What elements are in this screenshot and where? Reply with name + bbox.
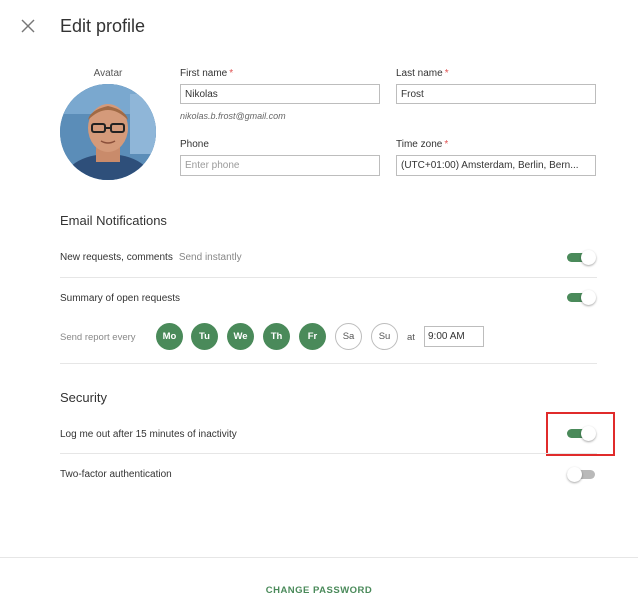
phone-label: Phone (180, 139, 209, 150)
toggle-knob (581, 250, 596, 265)
last-name-label-text: Last name (396, 68, 443, 79)
avatar[interactable] (60, 84, 156, 180)
footer-divider (0, 557, 638, 558)
email-text: nikolas.b.frost@gmail.com (180, 111, 286, 121)
last-name-input[interactable] (396, 84, 596, 104)
first-name-label-text: First name (180, 68, 228, 79)
toggle-knob (581, 290, 596, 305)
divider (60, 453, 597, 454)
required-mark: * (444, 68, 449, 79)
two-factor-toggle[interactable] (567, 467, 597, 482)
new-requests-toggle[interactable] (567, 250, 597, 265)
day-tu[interactable]: Tu (191, 323, 218, 350)
new-requests-label: New requests, comments (60, 252, 173, 263)
day-we[interactable]: We (227, 323, 254, 350)
avatar-label: Avatar (93, 68, 123, 79)
day-sa[interactable]: Sa (335, 323, 362, 350)
toggle-knob (567, 467, 582, 482)
at-label: at (407, 332, 415, 343)
page-title: Edit profile (60, 16, 146, 36)
phone-input[interactable] (180, 155, 380, 176)
change-password-button[interactable]: CHANGE PASSWORD (0, 585, 638, 596)
day-su[interactable]: Su (371, 323, 398, 350)
timezone-label-text: Time zone (396, 139, 443, 150)
first-name-label: First name * (180, 68, 233, 79)
required-mark: * (229, 68, 234, 79)
security-title: Security (60, 390, 107, 405)
last-name-label: Last name * (396, 68, 449, 79)
close-button[interactable] (18, 16, 38, 36)
day-mo[interactable]: Mo (156, 323, 183, 350)
highlight-box (546, 412, 615, 456)
timezone-select[interactable]: (UTC+01:00) Amsterdam, Berlin, Bern... (396, 155, 596, 176)
summary-toggle[interactable] (567, 290, 597, 305)
email-notifications-title: Email Notifications (60, 213, 167, 228)
report-time-input[interactable] (424, 326, 484, 347)
day-th[interactable]: Th (263, 323, 290, 350)
new-requests-sub: Send instantly (178, 252, 242, 263)
timezone-label: Time zone * (396, 139, 448, 150)
divider (60, 277, 597, 278)
close-icon (21, 19, 35, 33)
two-factor-label: Two-factor authentication (60, 469, 172, 480)
day-fr[interactable]: Fr (299, 323, 326, 350)
summary-label: Summary of open requests (60, 293, 181, 304)
required-mark: * (444, 139, 449, 150)
divider (60, 363, 597, 364)
new-requests-row: New requests, comments Send instantly (60, 252, 242, 263)
first-name-input[interactable] (180, 84, 380, 104)
logout-label: Log me out after 15 minutes of inactivit… (60, 429, 237, 440)
send-report-label: Send report every (60, 332, 136, 343)
avatar-photo (60, 84, 156, 180)
